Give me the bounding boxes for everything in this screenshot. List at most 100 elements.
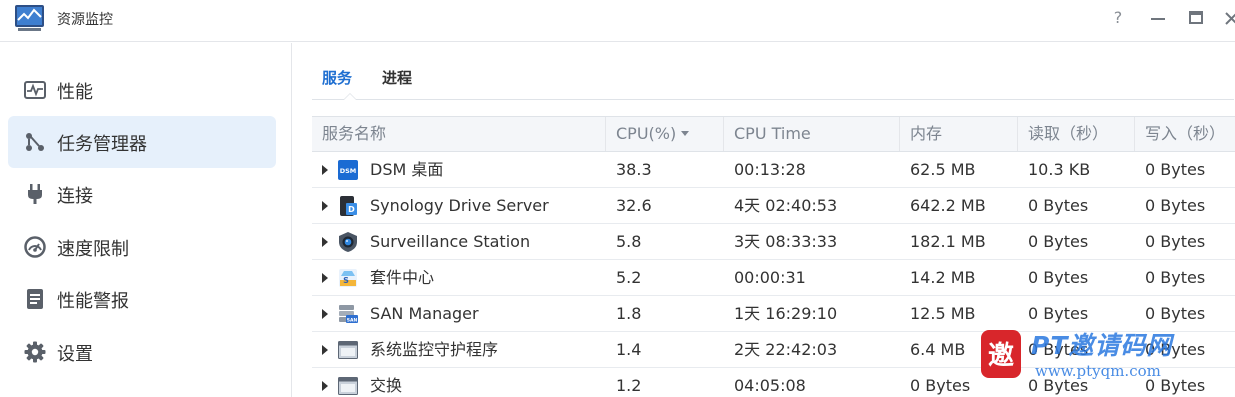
app-title: 资源监控 bbox=[57, 12, 113, 28]
svg-text:D: D bbox=[348, 205, 355, 214]
sidebar-item-label: 性能 bbox=[57, 82, 93, 103]
minimize-button[interactable] bbox=[1148, 8, 1168, 28]
table-row[interactable]: DSM DSM 桌面 38.3 00:13:28 62.5 MB 10.3 KB… bbox=[312, 152, 1235, 188]
cpu-cell: 5.8 bbox=[616, 232, 642, 251]
sidebar-item-speed-limit[interactable]: 速度限制 bbox=[8, 221, 276, 273]
active-tab-indicator bbox=[343, 93, 357, 100]
synology-drive-icon: D bbox=[340, 196, 357, 216]
write-cell: 0 Bytes bbox=[1145, 160, 1206, 179]
sidebar-item-settings[interactable]: 设置 bbox=[8, 326, 276, 378]
expand-arrow-icon[interactable] bbox=[322, 273, 328, 283]
dsm-icon: DSM bbox=[338, 160, 358, 180]
gear-icon bbox=[24, 341, 46, 363]
service-name: Synology Drive Server bbox=[370, 196, 549, 215]
write-cell: 0 Bytes bbox=[1145, 196, 1206, 215]
task-manager-icon bbox=[26, 133, 44, 151]
expand-arrow-icon[interactable] bbox=[322, 237, 328, 247]
column-header-service-name[interactable]: 服务名称 bbox=[312, 117, 606, 151]
column-header-label: CPU(%) bbox=[616, 124, 677, 143]
expand-arrow-icon[interactable] bbox=[322, 201, 328, 211]
tab-bar: 服务 进程 bbox=[312, 58, 1234, 100]
cpu-time-cell: 4天 02:40:53 bbox=[734, 196, 838, 215]
expand-arrow-icon[interactable] bbox=[322, 345, 328, 355]
sidebar-item-label: 设置 bbox=[57, 344, 93, 365]
svg-text:SAN: SAN bbox=[347, 318, 358, 324]
minimize-icon bbox=[1151, 18, 1165, 20]
column-header-memory[interactable]: 内存 bbox=[900, 117, 1018, 151]
sidebar-item-label: 连接 bbox=[57, 186, 93, 207]
sidebar-item-task-manager[interactable]: 任务管理器 bbox=[8, 116, 276, 168]
sidebar-item-performance[interactable]: 性能 bbox=[8, 64, 276, 116]
alert-document-icon bbox=[27, 289, 43, 309]
table-row[interactable]: 系统监控守护程序 1.4 2天 22:42:03 6.4 MB 0 Bytes … bbox=[312, 332, 1235, 368]
cpu-time-cell: 04:05:08 bbox=[734, 376, 806, 395]
cpu-time-cell: 00:13:28 bbox=[734, 160, 806, 179]
service-name: DSM 桌面 bbox=[370, 160, 444, 179]
maximize-icon bbox=[1189, 11, 1203, 24]
memory-cell: 0 Bytes bbox=[910, 376, 971, 395]
cpu-time-cell: 2天 22:42:03 bbox=[734, 340, 838, 359]
sidebar-item-label: 速度限制 bbox=[57, 239, 129, 260]
services-table: 服务名称 CPU(%) CPU Time 内存 读取（秒） 写入（秒） DSM … bbox=[312, 116, 1235, 397]
write-cell: 0 Bytes bbox=[1145, 376, 1206, 395]
cpu-cell: 38.3 bbox=[616, 160, 652, 179]
table-row[interactable]: SAN SAN Manager 1.8 1天 16:29:10 12.5 MB … bbox=[312, 296, 1235, 332]
expand-arrow-icon[interactable] bbox=[322, 309, 328, 319]
write-cell: 0 Bytes bbox=[1145, 340, 1206, 359]
sidebar: 性能 任务管理器 连接 速度限制 性能警报 设置 bbox=[0, 43, 292, 397]
read-cell: 0 Bytes bbox=[1028, 304, 1089, 323]
column-header-read[interactable]: 读取（秒） bbox=[1018, 117, 1135, 151]
resource-monitor-app-icon bbox=[15, 5, 44, 31]
window-icon bbox=[338, 377, 358, 395]
table-row[interactable]: S 套件中心 5.2 00:00:31 14.2 MB 0 Bytes 0 By… bbox=[312, 260, 1235, 296]
help-button[interactable]: ? bbox=[1108, 8, 1128, 28]
service-name: SAN Manager bbox=[370, 304, 479, 323]
service-name: Surveillance Station bbox=[370, 232, 531, 251]
table-row[interactable]: D Synology Drive Server 32.6 4天 02:40:53… bbox=[312, 188, 1235, 224]
table-row[interactable]: 交换 1.2 04:05:08 0 Bytes 0 Bytes 0 Bytes bbox=[312, 368, 1235, 397]
column-header-label: 读取（秒） bbox=[1028, 124, 1109, 143]
speed-gauge-icon bbox=[24, 236, 46, 258]
read-cell: 0 Bytes bbox=[1028, 340, 1089, 359]
column-header-write[interactable]: 写入（秒） bbox=[1135, 117, 1235, 151]
window-icon bbox=[338, 341, 358, 359]
close-icon bbox=[1225, 12, 1235, 25]
memory-cell: 14.2 MB bbox=[910, 268, 976, 287]
cpu-cell: 1.8 bbox=[616, 304, 642, 323]
cpu-cell: 1.4 bbox=[616, 340, 642, 359]
tab-services[interactable]: 服务 bbox=[322, 67, 352, 88]
sidebar-item-connections[interactable]: 连接 bbox=[8, 168, 276, 220]
title-bar: 资源监控 ? bbox=[0, 0, 1235, 42]
san-manager-icon: SAN bbox=[339, 305, 358, 324]
memory-cell: 62.5 MB bbox=[910, 160, 976, 179]
svg-text:S: S bbox=[343, 276, 349, 285]
read-cell: 0 Bytes bbox=[1028, 268, 1089, 287]
table-row[interactable]: Surveillance Station 5.8 3天 08:33:33 182… bbox=[312, 224, 1235, 260]
service-name: 交换 bbox=[370, 376, 403, 395]
column-header-cpu-time[interactable]: CPU Time bbox=[724, 117, 900, 151]
cpu-cell: 5.2 bbox=[616, 268, 642, 287]
expand-arrow-icon[interactable] bbox=[322, 165, 328, 175]
sidebar-item-performance-alerts[interactable]: 性能警报 bbox=[8, 273, 276, 325]
close-button[interactable] bbox=[1222, 8, 1235, 28]
sort-descending-icon bbox=[681, 131, 690, 136]
package-center-icon: S bbox=[339, 269, 357, 287]
write-cell: 0 Bytes bbox=[1145, 232, 1206, 251]
read-cell: 0 Bytes bbox=[1028, 232, 1089, 251]
table-header-row: 服务名称 CPU(%) CPU Time 内存 读取（秒） 写入（秒） bbox=[312, 116, 1235, 152]
service-name: 套件中心 bbox=[370, 268, 435, 287]
column-header-label: 写入（秒） bbox=[1145, 124, 1226, 143]
write-cell: 0 Bytes bbox=[1145, 304, 1206, 323]
column-header-label: CPU Time bbox=[734, 124, 811, 143]
maximize-button[interactable] bbox=[1186, 8, 1206, 28]
performance-icon bbox=[24, 81, 46, 99]
memory-cell: 182.1 MB bbox=[910, 232, 986, 251]
tab-processes[interactable]: 进程 bbox=[382, 67, 412, 88]
expand-arrow-icon[interactable] bbox=[322, 381, 328, 391]
read-cell: 10.3 KB bbox=[1028, 160, 1091, 179]
plug-icon bbox=[28, 184, 42, 204]
memory-cell: 6.4 MB bbox=[910, 340, 966, 359]
column-header-label: 服务名称 bbox=[322, 124, 387, 143]
column-header-cpu[interactable]: CPU(%) bbox=[606, 117, 724, 151]
write-cell: 0 Bytes bbox=[1145, 268, 1206, 287]
